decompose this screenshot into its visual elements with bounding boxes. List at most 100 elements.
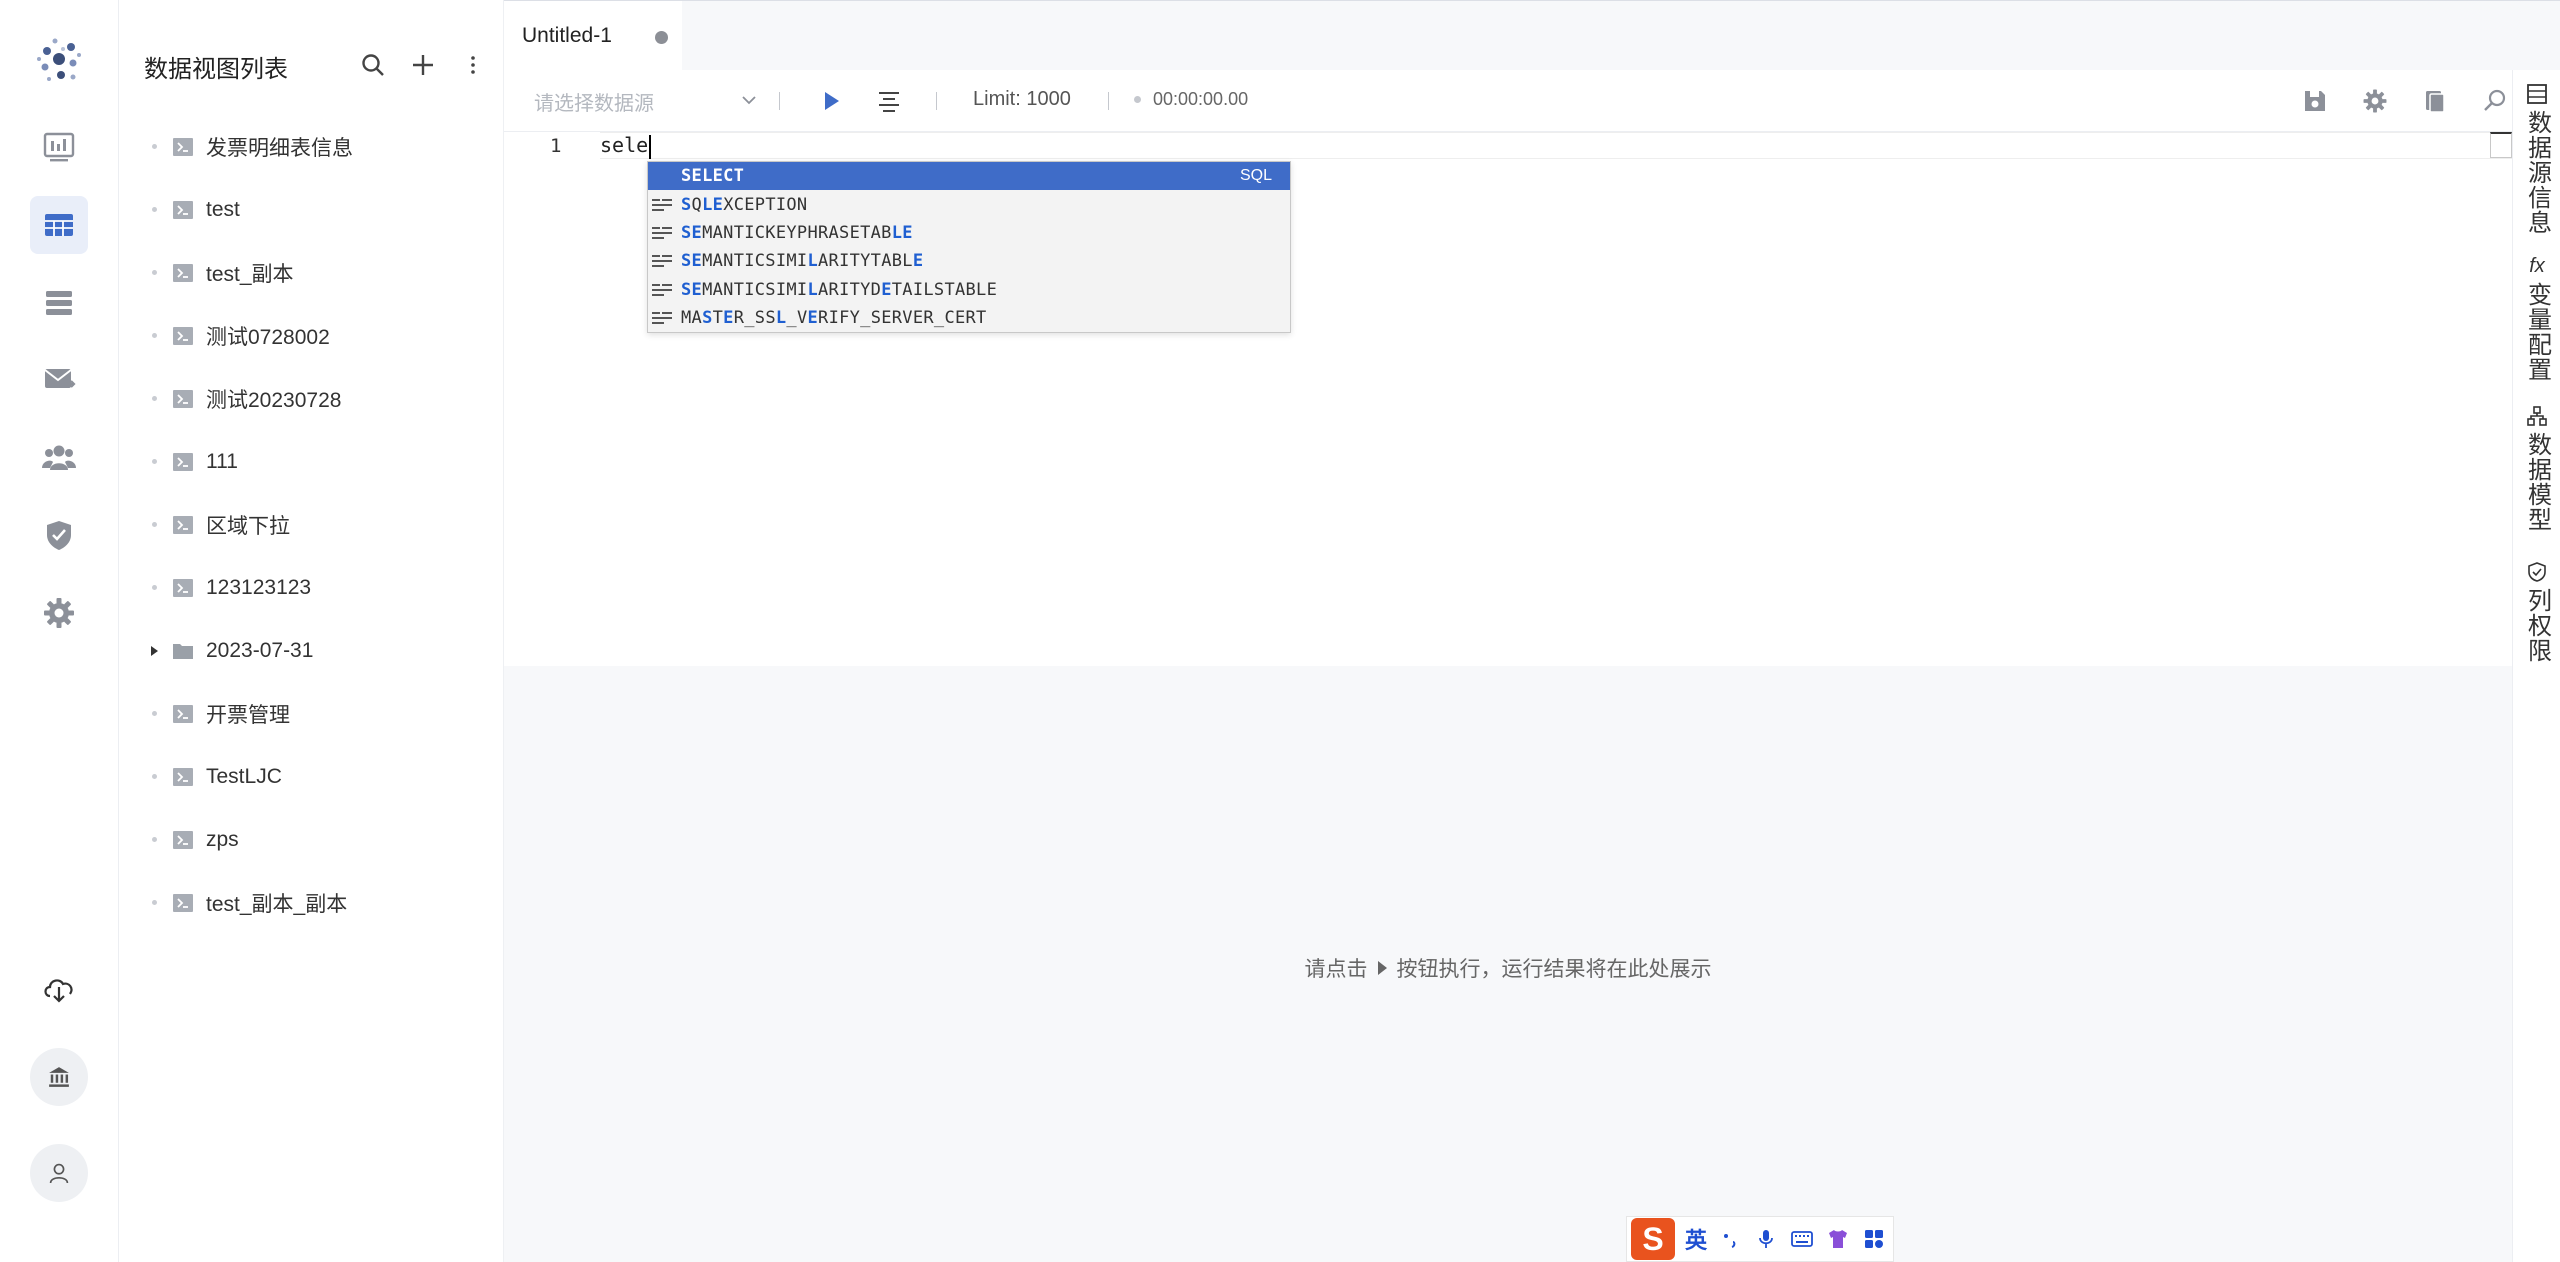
copy-icon[interactable] <box>2418 84 2452 118</box>
sql-view-icon <box>173 200 193 219</box>
code-text: sele <box>600 133 649 157</box>
zoom-search-icon[interactable] <box>2478 84 2512 118</box>
toolbar-divider <box>1108 92 1109 110</box>
search-icon[interactable] <box>358 50 388 80</box>
tree-item-label: 111 <box>206 449 238 473</box>
panel-variables[interactable]: fx 变量配置 <box>2513 254 2560 383</box>
suggestion-label: SQLEXCEPTION <box>681 194 808 215</box>
sidebar-title: 数据视图列表 <box>144 55 288 83</box>
tree-item[interactable]: test <box>140 178 500 241</box>
panel-label: 数据源信息 <box>2523 110 2551 235</box>
model-icon <box>2525 404 2549 428</box>
tree-item[interactable]: 111 <box>140 430 500 493</box>
chevron-down-icon <box>740 91 758 114</box>
datasource-placeholder: 请选择数据源 <box>534 92 654 115</box>
suggestion-item[interactable]: MASTER_SSL_VERIFY_SERVER_CERT <box>648 304 1290 332</box>
align-center-icon <box>879 92 899 112</box>
suggestion-label: SEMANTICSIMILARITYTABLE <box>681 251 924 272</box>
tree-item[interactable]: zps <box>140 808 500 871</box>
save-icon[interactable] <box>2298 84 2332 118</box>
tree-item-label: 测试0728002 <box>206 325 330 349</box>
nav-download[interactable] <box>30 960 88 1018</box>
tree-item[interactable]: test_副本 <box>140 241 500 304</box>
skin-shirt-icon[interactable] <box>1825 1226 1851 1252</box>
mail-icon <box>44 369 76 388</box>
nav-schedule[interactable] <box>30 350 88 408</box>
tree-item-label: test_副本 <box>206 262 294 286</box>
tree-item-label: 区域下拉 <box>206 514 290 538</box>
nav-users[interactable] <box>30 428 88 486</box>
panel-label: 变量配置 <box>2523 282 2551 382</box>
tree-item[interactable]: 区域下拉 <box>140 493 500 556</box>
shield-check-icon <box>2525 560 2549 584</box>
app-logo[interactable] <box>33 33 85 85</box>
tab-bar: Untitled-1 <box>504 0 2560 71</box>
tree-item-label: 开票管理 <box>206 703 290 727</box>
sql-view-icon <box>173 578 193 597</box>
suggestion-item[interactable]: SEMANTICSIMILARITYDETAILSTABLE <box>648 276 1290 304</box>
code-line[interactable]: sele <box>600 132 652 159</box>
tree-item[interactable]: 开票管理 <box>140 682 500 745</box>
suggestion-label: MASTER_SSL_VERIFY_SERVER_CERT <box>681 308 987 329</box>
ime-mode[interactable]: 英 <box>1685 1223 1707 1255</box>
tree-item[interactable]: 测试20230728 <box>140 367 500 430</box>
fx-icon: fx <box>2529 254 2545 277</box>
gear-icon[interactable] <box>2358 84 2392 118</box>
nav-dataview[interactable] <box>30 196 88 254</box>
elapsed-timer: 00:00:00.00 <box>1134 89 1248 110</box>
punctuation-icon[interactable] <box>1717 1226 1743 1252</box>
nav-settings[interactable] <box>30 584 88 642</box>
panel-column-permission[interactable]: 列权限 <box>2513 560 2560 663</box>
nav-user-avatar[interactable] <box>30 1144 88 1202</box>
bullet-dot <box>140 900 168 905</box>
nav-rail <box>0 0 119 1262</box>
tab-label: Untitled-1 <box>522 24 612 47</box>
sql-view-icon <box>173 515 193 534</box>
run-button[interactable] <box>814 84 848 118</box>
tree-item[interactable]: 发票明细表信息 <box>140 115 500 178</box>
sql-view-icon <box>173 830 193 849</box>
tree-item-label: 测试20230728 <box>206 388 342 412</box>
keyboard-icon[interactable] <box>1789 1226 1815 1252</box>
datasource-select[interactable]: 请选择数据源 <box>534 84 758 118</box>
microphone-icon[interactable] <box>1753 1226 1779 1252</box>
tree-item[interactable]: 123123123 <box>140 556 500 619</box>
panel-data-model[interactable]: 数据模型 <box>2513 404 2560 532</box>
user-icon <box>49 1163 69 1184</box>
apps-grid-icon[interactable] <box>1861 1226 1887 1252</box>
suggestion-item[interactable]: SEMANTICSIMILARITYTABLE <box>648 247 1290 275</box>
bullet-dot <box>140 774 168 779</box>
ime-toolbar: S 英 <box>1626 1216 1894 1262</box>
keyword-icon <box>652 255 672 268</box>
bullet-dot <box>140 333 168 338</box>
nav-org[interactable] <box>30 1048 88 1106</box>
sogou-logo-icon[interactable]: S <box>1631 1218 1675 1260</box>
minimap-slider[interactable] <box>2490 132 2512 158</box>
suggestion-item-selected[interactable]: SELECT SQL <box>648 162 1290 191</box>
play-icon <box>825 92 839 110</box>
caret-right-icon[interactable] <box>140 645 168 657</box>
limit-select[interactable]: Limit: 1000 <box>973 88 1071 111</box>
bullet-dot <box>140 207 168 212</box>
suggestion-item[interactable]: SEMANTICKEYPHRASETABLE <box>648 219 1290 247</box>
format-button[interactable] <box>872 84 906 118</box>
more-icon[interactable] <box>458 50 488 80</box>
nav-datasource[interactable] <box>30 274 88 332</box>
unsaved-dot-icon[interactable] <box>655 31 668 44</box>
result-panel: 请点击 按钮执行，运行结果将在此处展示 <box>504 666 2512 1262</box>
nav-dashboard[interactable] <box>30 118 88 176</box>
tree-item[interactable]: test_副本_副本 <box>140 871 500 934</box>
suggestion-label: SELECT <box>681 166 745 187</box>
suggestion-label: SEMANTICSIMILARITYDETAILSTABLE <box>681 279 998 300</box>
tree-folder[interactable]: 2023-07-31 <box>140 619 500 682</box>
add-icon[interactable] <box>408 50 438 80</box>
suggestion-item[interactable]: SQLEXCEPTION <box>648 190 1290 218</box>
tree-item-label: 123123123 <box>206 575 312 599</box>
tree-item[interactable]: TestLJC <box>140 745 500 808</box>
nav-permission[interactable] <box>30 506 88 564</box>
bullet-dot <box>140 522 168 527</box>
tree-item[interactable]: 测试0728002 <box>140 304 500 367</box>
panel-datasource-info[interactable]: 数据源信息 <box>2513 82 2560 235</box>
tab-untitled-1[interactable]: Untitled-1 <box>504 1 682 71</box>
panel-label: 列权限 <box>2523 588 2551 663</box>
